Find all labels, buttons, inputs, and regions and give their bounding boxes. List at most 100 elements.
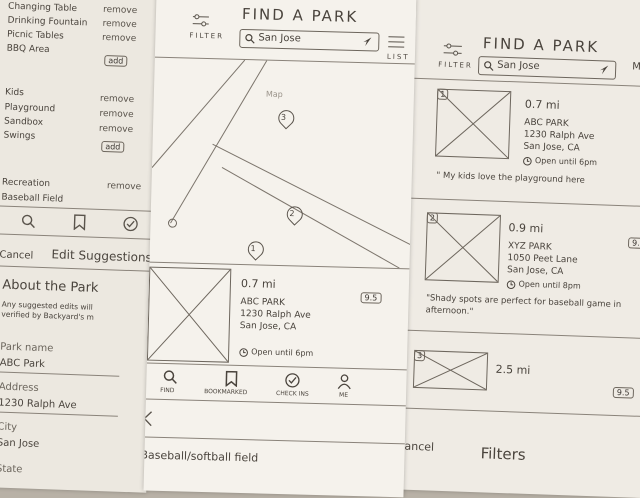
remove-link[interactable]: remove <box>99 124 134 135</box>
list-view-sheet: FILTER FIND A PARK San Jose M 1 0.7 mi A… <box>399 0 640 498</box>
tab-label: BOOKMARKED <box>204 388 247 396</box>
kids-header: Kids <box>5 88 24 99</box>
result-divider <box>405 330 640 340</box>
card-city: San Jose, CA <box>240 321 297 332</box>
result-name: ABC PARK <box>524 118 569 130</box>
map-toggle-label[interactable]: M <box>632 61 640 72</box>
remove-link[interactable]: remove <box>102 19 137 30</box>
result-distance: 0.7 mi <box>525 98 560 112</box>
page-title: FIND A PARK <box>483 34 600 56</box>
result-name: XYZ PARK <box>508 241 552 253</box>
result-distance: 2.5 mi <box>495 363 530 377</box>
list-icon[interactable] <box>387 35 405 49</box>
remove-link[interactable]: remove <box>100 94 135 105</box>
map-marker-label: 1 <box>250 244 255 253</box>
filters-title: Filters <box>480 444 526 464</box>
park-image-placeholder <box>435 89 511 160</box>
add-button[interactable]: add <box>101 141 124 153</box>
map-view-sheet: FILTER FIND A PARK San Jose LIST Map 3 2… <box>144 0 417 497</box>
about-note: verified by Backyard's m <box>1 310 94 322</box>
state-label: State <box>0 463 23 475</box>
locate-arrow-icon[interactable] <box>599 64 609 75</box>
cancel-button[interactable]: Cancel <box>0 249 33 261</box>
bookmark-icon[interactable] <box>72 214 87 230</box>
person-icon <box>337 374 351 390</box>
search-value: San Jose <box>497 60 540 72</box>
kids-item: Playground <box>4 103 55 115</box>
divider <box>0 205 161 212</box>
tab-check-ins[interactable]: CHECK INS <box>272 370 317 401</box>
search-icon <box>162 369 178 385</box>
result-address: 1050 Peet Lane <box>507 253 577 265</box>
search-icon[interactable] <box>20 213 37 230</box>
result-distance: 0.9 mi <box>508 221 543 235</box>
bookmark-icon <box>224 371 238 387</box>
result-review: " My kids love the playground here <box>436 171 585 186</box>
locate-arrow-icon[interactable] <box>362 36 372 47</box>
park-name-field[interactable]: ABC Park <box>0 358 45 371</box>
park-image-placeholder <box>147 267 231 363</box>
page-title: FIND A PARK <box>242 5 359 26</box>
add-button[interactable]: add <box>104 55 127 67</box>
map-marker-label: 3 <box>281 113 286 122</box>
amenity-item: Picnic Tables <box>7 30 64 42</box>
result-hours: Open until 6pm <box>535 156 597 167</box>
filter-icon[interactable] <box>442 43 462 58</box>
divider <box>145 437 415 445</box>
rating-badge: 9.5 <box>360 292 381 304</box>
card-name: ABC PARK <box>240 297 285 308</box>
address-field[interactable]: 1230 Ralph Ave <box>0 398 77 412</box>
tab-bookmarked[interactable]: BOOKMARKED <box>204 368 261 399</box>
search-value: San Jose <box>258 32 301 44</box>
toolbar-title: Edit Suggestions <box>51 247 152 264</box>
filter-icon[interactable] <box>192 14 210 28</box>
card-address: 1230 Ralph Ave <box>240 309 311 321</box>
rating-badge: 9.5 <box>613 387 634 399</box>
result-divider <box>410 198 640 208</box>
list-label[interactable]: LIST <box>387 53 410 62</box>
park-image-placeholder <box>425 212 501 283</box>
map-marker-label: 2 <box>289 209 294 218</box>
clock-icon <box>239 348 248 357</box>
result-divider <box>402 408 640 418</box>
park-name-label: Park name <box>0 342 54 355</box>
address-label: Address <box>0 382 39 394</box>
remove-link[interactable]: remove <box>103 5 138 16</box>
result-review: "Shady spots are perfect for baseball ga… <box>425 292 640 324</box>
tab-me[interactable]: ME <box>330 371 361 402</box>
search-icon <box>244 33 255 44</box>
recreation-item: Baseball Field <box>1 192 63 204</box>
divider <box>0 233 160 240</box>
clock-icon <box>506 280 515 289</box>
about-title: About the Park <box>2 278 99 296</box>
search-input[interactable]: San Jose <box>478 56 617 80</box>
filter-label[interactable]: FILTER <box>189 32 224 41</box>
park-image-placeholder <box>413 350 488 391</box>
remove-link[interactable]: remove <box>102 33 137 44</box>
divider <box>0 265 159 272</box>
check-circle-icon <box>284 372 300 388</box>
tab-find[interactable]: FIND <box>150 367 191 398</box>
recreation-header: Recreation <box>2 178 50 190</box>
search-input[interactable]: San Jose <box>239 29 379 52</box>
kids-item: Swings <box>3 131 35 142</box>
tab-label: ME <box>339 392 348 399</box>
rating-badge: 9.5 <box>628 237 640 249</box>
back-chevron-icon[interactable] <box>144 410 154 426</box>
city-field[interactable]: San Jose <box>0 437 39 449</box>
field-underline <box>0 372 119 377</box>
amenity-item: Drinking Fountain <box>7 16 87 29</box>
filter-option[interactable]: Baseball/softball field <box>144 448 259 464</box>
result-city: San Jose, CA <box>523 142 580 154</box>
remove-link[interactable]: remove <box>99 109 134 120</box>
tab-label: FIND <box>160 387 175 394</box>
clock-icon <box>523 157 532 166</box>
check-icon[interactable] <box>122 216 139 233</box>
tab-label: CHECK INS <box>276 390 309 398</box>
result-address: 1230 Ralph Ave <box>524 130 595 142</box>
map-button[interactable]: Map <box>266 90 283 99</box>
filter-label[interactable]: FILTER <box>438 61 473 70</box>
remove-link[interactable]: remove <box>107 181 142 192</box>
search-icon <box>483 60 494 71</box>
result-city: San Jose, CA <box>507 265 564 277</box>
